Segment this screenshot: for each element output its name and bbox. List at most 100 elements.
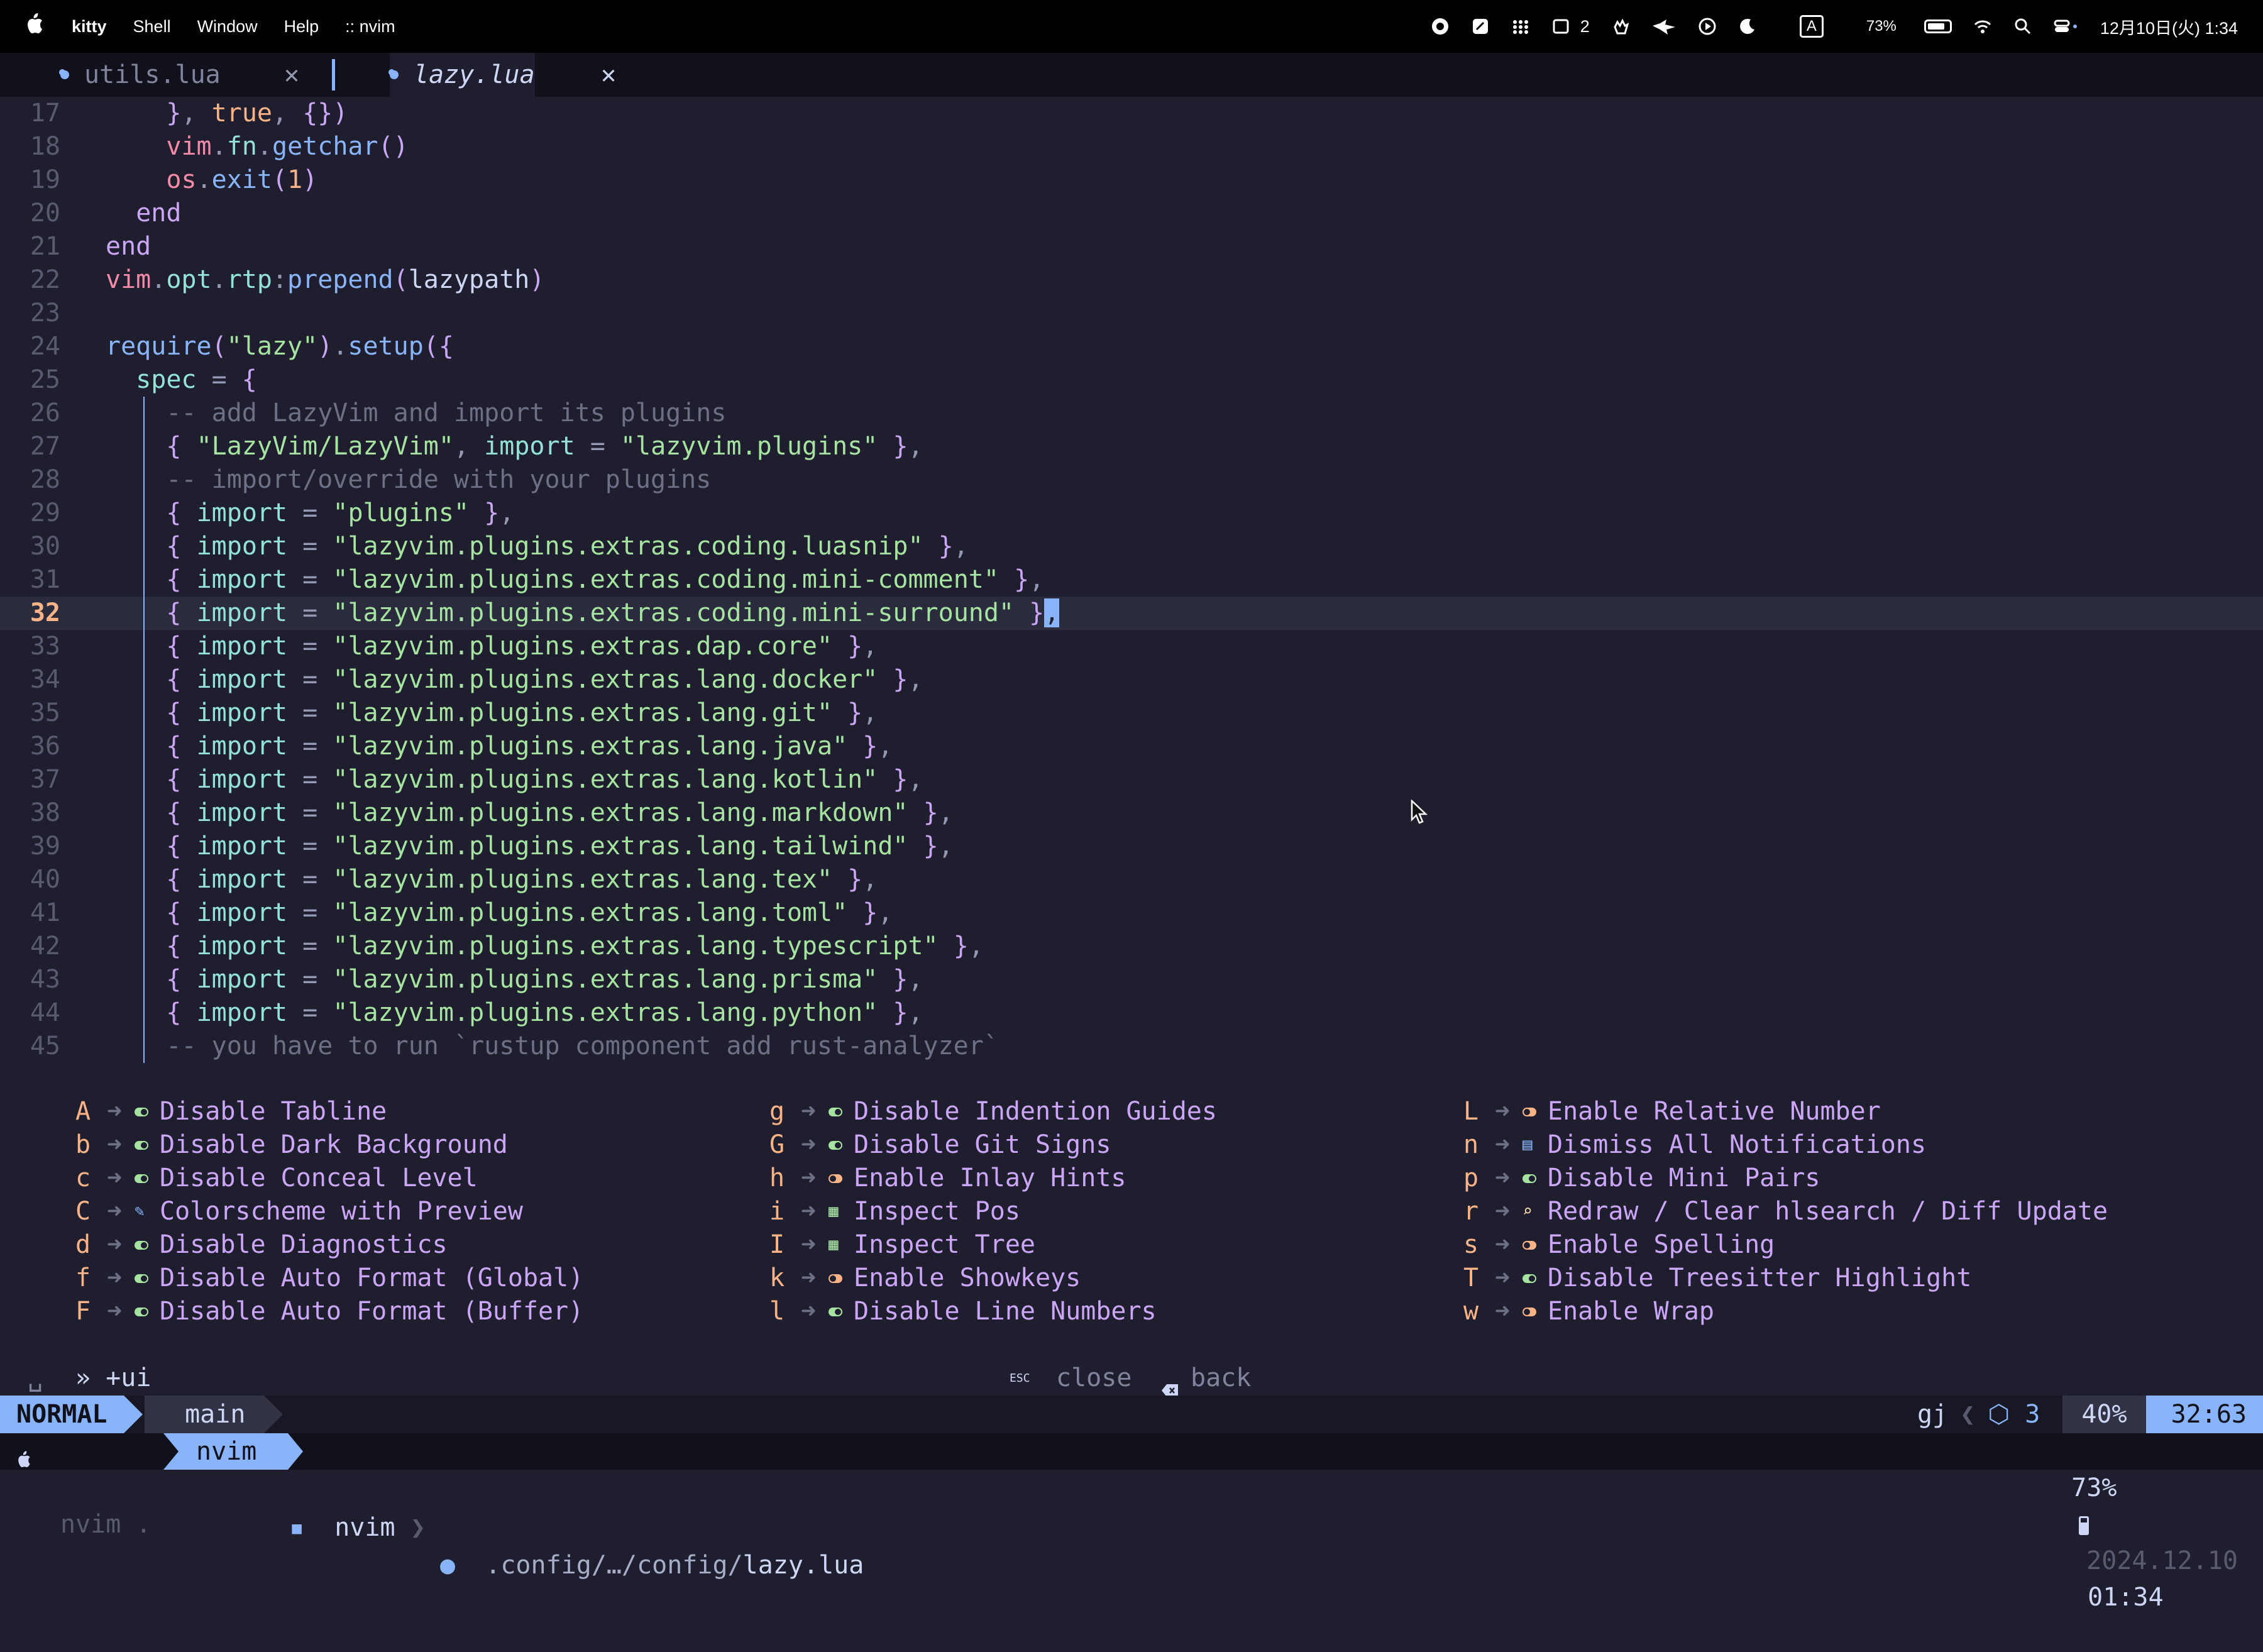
which-key-close[interactable]: close [1056,1362,1132,1395]
which-key-description: Disable Indention Guides [854,1097,1217,1126]
which-key-key: l [769,1297,785,1326]
editor-line[interactable]: 37 { import = "lazyvim.plugins.extras.lan… [0,763,2263,796]
editor-line[interactable]: 32 { import = "lazyvim.plugins.extras.cod… [0,597,2263,630]
close-tab-icon[interactable]: ✕ [601,60,616,89]
which-key-item[interactable]: c ➜ Disable Conceal Level [75,1162,583,1195]
which-key-item[interactable]: h ➜ Enable Inlay Hints [769,1162,1217,1195]
clock-datetime[interactable]: 12月10日(火) 1:34 [2100,14,2238,39]
editor-line[interactable]: 43 { import = "lazyvim.plugins.extras.lan… [0,963,2263,996]
editor-line[interactable]: 41 { import = "lazyvim.plugins.extras.lan… [0,896,2263,930]
which-key-item[interactable]: L ➜ Enable Relative Number [1463,1095,2108,1128]
line-number: 18 [30,132,60,161]
which-key-item[interactable]: f ➜ Disable Auto Format (Global) [75,1262,583,1295]
editor-line[interactable]: 29 { import = "plugins" }, [0,497,2263,530]
which-key-item[interactable]: F ➜ Disable Auto Format (Buffer) [75,1295,583,1328]
arrow-right-icon: ➜ [107,1230,123,1259]
editor-line[interactable]: 38 { import = "lazyvim.plugins.extras.lan… [0,796,2263,830]
control-center-icon[interactable] [2054,17,2079,36]
editor-line[interactable]: 42 { import = "lazyvim.plugins.extras.lan… [0,930,2263,963]
indent-guide [143,430,145,463]
close-tab-icon[interactable]: ✕ [284,60,299,89]
which-key-item[interactable]: A ➜ Disable Tabline [75,1095,583,1128]
apple-icon[interactable] [25,13,44,40]
which-key-item[interactable]: n ➜ ▤ Dismiss All Notifications [1463,1128,2108,1162]
grid-icon[interactable] [1511,17,1530,36]
editor-line[interactable]: 28 -- import/override with your plugins [0,463,2263,497]
moon-icon[interactable] [1738,17,1757,36]
notes-icon[interactable] [1471,17,1490,36]
menu-shell[interactable]: Shell [133,17,171,36]
which-key-item[interactable]: C ➜ ✎ Colorscheme with Preview [75,1195,583,1228]
menu-help[interactable]: Help [284,17,319,36]
editor-line[interactable]: 21 end [0,230,2263,263]
which-key-back[interactable]: back [1191,1362,1251,1395]
code-text: { import = "lazyvim.plugins.extras.lang.… [166,898,893,927]
which-key-column: L ➜ Enable Relative Number n ➜ ▤ Dismiss All N… [1463,1095,2108,1328]
editor-line[interactable]: 40 { import = "lazyvim.plugins.extras.lan… [0,863,2263,896]
line-number: 29 [30,498,60,527]
editor-line[interactable]: 27 { "LazyVim/LazyVim", import = "lazyvim… [0,430,2263,463]
hand-icon[interactable] [1611,17,1630,36]
editor-line[interactable]: 19 os.exit(1) [0,163,2263,197]
tmux-window-2[interactable]: nvim [163,1433,304,1470]
editor-line[interactable]: 25 spec = { [0,363,2263,397]
editor-line[interactable]: 26 -- add LazyVim and import its plugins [0,397,2263,430]
editor-line[interactable]: 17}, true, {}) [0,97,2263,130]
editor-line[interactable]: 44 { import = "lazyvim.plugins.extras.lan… [0,996,2263,1030]
kitty-cat-icon[interactable] [1651,17,1677,36]
which-key-item[interactable]: d ➜ Disable Diagnostics [75,1228,583,1262]
editor-line[interactable]: 39 { import = "lazyvim.plugins.extras.lan… [0,830,2263,863]
which-key-item[interactable]: T ➜ Disable Treesitter Highlight [1463,1262,2108,1295]
which-key-item[interactable]: g ➜ Disable Indention Guides [769,1095,1217,1128]
which-key-item[interactable]: k ➜ Enable Showkeys [769,1262,1217,1295]
which-key-item[interactable]: l ➜ Disable Line Numbers [769,1295,1217,1328]
spaces-indicator[interactable]: 2 [1551,17,1590,36]
menu-window-title[interactable]: :: nvim [345,17,395,36]
editor-line[interactable]: 45 -- you have to run `rustup component a… [0,1030,2263,1063]
input-source-icon[interactable]: A [1778,15,1824,38]
tab-utils-lua[interactable]: utils.lua ✕ [60,53,299,97]
arrow-right-icon: ➜ [801,1297,817,1326]
which-key-item[interactable]: I ➜ ▦ Inspect Tree [769,1228,1217,1262]
battery-indicator[interactable]: 73% [1845,18,1952,35]
which-key-item[interactable]: s ➜ Enable Spelling [1463,1228,2108,1262]
wifi-icon[interactable] [1973,17,1992,36]
editor-line[interactable]: 30 { import = "lazyvim.plugins.extras.cod… [0,530,2263,563]
editor-line[interactable]: 24 require("lazy").setup({ [0,330,2263,363]
spotlight-search-icon[interactable] [2013,17,2032,36]
editor-line[interactable]: 20 end [0,197,2263,230]
editor-line[interactable]: 18 vim.fn.getchar() [0,130,2263,163]
tab-lazy-lua[interactable]: lazy.lua ✕ [390,53,616,97]
record-icon[interactable] [1431,17,1450,36]
editor-line[interactable]: 33 { import = "lazyvim.plugins.extras.dap… [0,630,2263,663]
play-icon[interactable] [1698,17,1717,36]
which-key-key: p [1463,1164,1479,1192]
code-text: { import = "lazyvim.plugins.extras.codin… [166,532,969,561]
arrow-right-icon: ➜ [801,1097,817,1126]
tab-separator [332,59,335,91]
editor-line[interactable]: 23 [0,297,2263,330]
arrow-right-icon: ➜ [1495,1264,1511,1292]
which-key-item[interactable]: w ➜ Enable Wrap [1463,1295,2108,1328]
editor-line[interactable]: 34 { import = "lazyvim.plugins.extras.lan… [0,663,2263,697]
git-branch[interactable]: main [145,1396,284,1433]
which-key-item[interactable]: r ➜ ⌕ Redraw / Clear hlsearch / Diff Update [1463,1195,2108,1228]
which-key-item[interactable]: p ➜ Disable Mini Pairs [1463,1162,2108,1195]
toggle-off-icon [829,1162,854,1195]
line-number: 22 [30,265,60,294]
tab-label: lazy.lua [414,60,535,89]
which-key-description: Disable Line Numbers [854,1297,1157,1326]
indent-guide [143,763,145,796]
which-key-item[interactable]: i ➜ ▦ Inspect Pos [769,1195,1217,1228]
editor-line[interactable]: 22 vim.opt.rtp:prepend(lazypath) [0,263,2263,297]
editor-line[interactable]: 35 { import = "lazyvim.plugins.extras.lan… [0,697,2263,730]
editor-buffer[interactable]: 17}, true, {}) 18 vim.fn.getchar() 19 os.exi… [0,97,2263,1063]
which-key-key: A [75,1097,91,1126]
which-key-item[interactable]: G ➜ Disable Git Signs [769,1128,1217,1162]
which-key-item[interactable]: b ➜ Disable Dark Background [75,1128,583,1162]
tmux-window-1[interactable]: nvim . [60,1506,151,1543]
editor-line[interactable]: 36 { import = "lazyvim.plugins.extras.lan… [0,730,2263,763]
menu-window[interactable]: Window [197,17,258,36]
editor-line[interactable]: 31 { import = "lazyvim.plugins.extras.cod… [0,563,2263,597]
app-menu-kitty[interactable]: kitty [72,17,107,36]
